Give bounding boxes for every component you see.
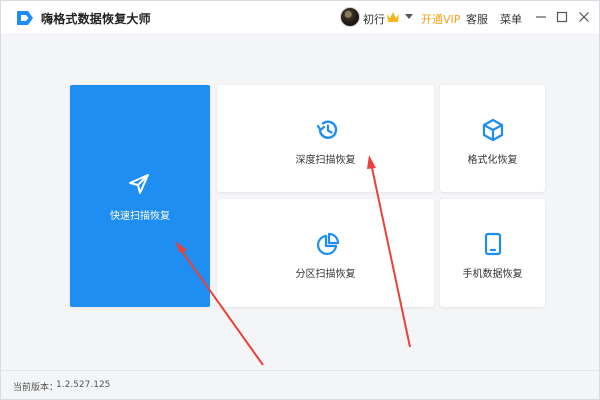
maximize-icon bbox=[556, 11, 568, 23]
history-clock-icon bbox=[316, 120, 338, 139]
crown-icon bbox=[387, 12, 399, 22]
deep-scan-label: 深度扫描恢复 bbox=[295, 155, 356, 166]
minimize-button[interactable] bbox=[531, 7, 551, 27]
version-value: 1.2.527.125 bbox=[56, 380, 111, 390]
close-button[interactable] bbox=[574, 7, 594, 27]
close-icon bbox=[579, 12, 589, 22]
phone-recover-card[interactable]: 手机数据恢复 bbox=[440, 199, 545, 307]
deep-scan-card[interactable]: 深度扫描恢复 bbox=[217, 85, 434, 192]
customer-service-link[interactable]: 客服 bbox=[466, 11, 488, 27]
open-vip-link[interactable]: 开通VIP bbox=[421, 11, 460, 27]
minimize-icon bbox=[536, 16, 546, 18]
quick-scan-label: 快速扫描恢复 bbox=[110, 211, 170, 222]
partition-scan-card[interactable]: 分区扫描恢复 bbox=[217, 199, 434, 307]
avatar[interactable] bbox=[340, 7, 360, 27]
chevron-down-icon[interactable] bbox=[405, 14, 413, 19]
format-recover-label: 格式化恢复 bbox=[467, 155, 518, 166]
pie-chart-icon bbox=[317, 232, 340, 255]
menu-link[interactable]: 菜单 bbox=[500, 11, 522, 27]
phone-recover-label: 手机数据恢复 bbox=[462, 269, 523, 280]
tablet-icon bbox=[484, 232, 502, 256]
version-label: 当前版本： bbox=[13, 383, 59, 393]
app-logo-icon bbox=[17, 11, 33, 25]
user-name[interactable]: 初行 bbox=[363, 11, 385, 27]
title-bar: 嗨格式数据恢复大师 初行 开通VIP 客服 菜单 bbox=[1, 1, 599, 35]
quick-scan-card[interactable]: 快速扫描恢复 bbox=[70, 85, 210, 307]
format-recover-card[interactable]: 格式化恢复 bbox=[440, 85, 545, 192]
send-icon bbox=[129, 174, 149, 194]
app-title: 嗨格式数据恢复大师 bbox=[41, 12, 151, 26]
footer-divider bbox=[1, 370, 599, 371]
cube-icon bbox=[482, 118, 504, 142]
maximize-button[interactable] bbox=[552, 7, 572, 27]
partition-scan-label: 分区扫描恢复 bbox=[295, 269, 356, 280]
